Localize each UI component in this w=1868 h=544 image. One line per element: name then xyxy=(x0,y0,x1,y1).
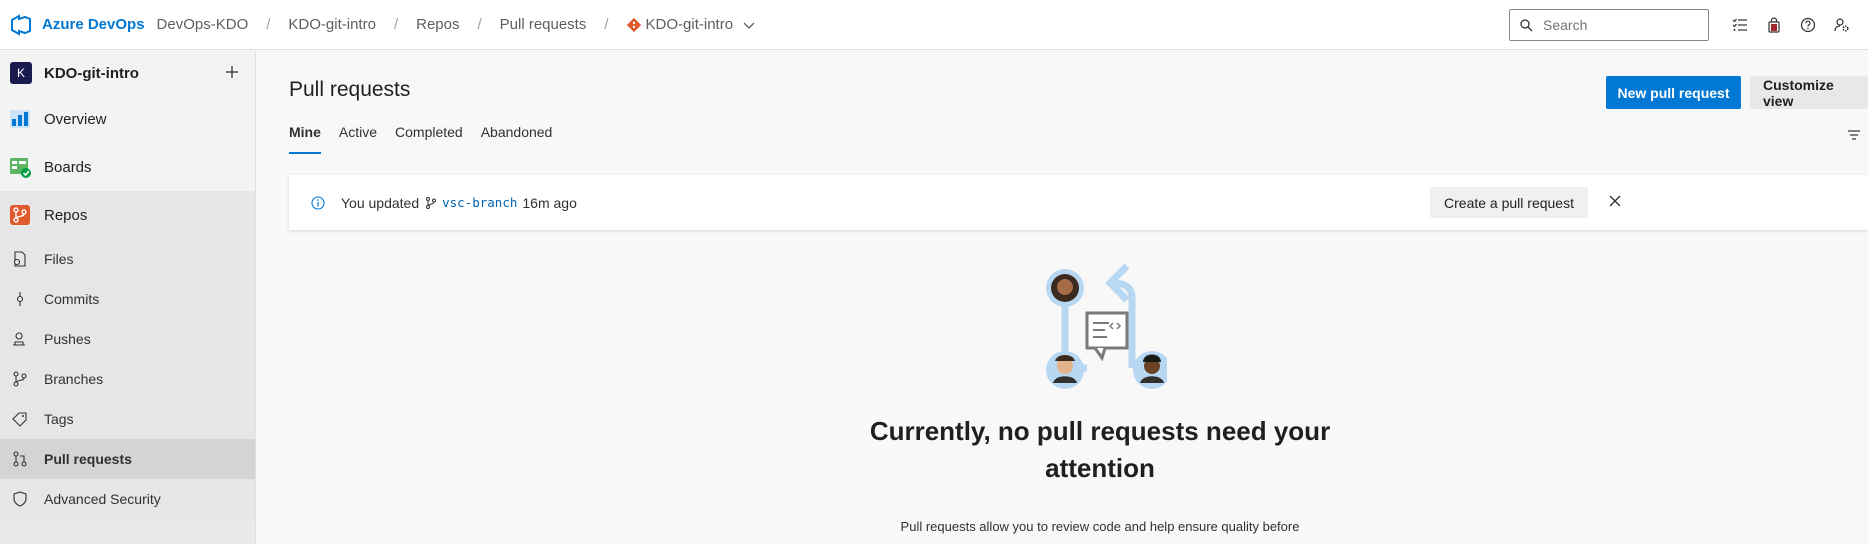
sidebar-item-boards[interactable]: Boards xyxy=(0,143,255,191)
sidebar-item-label: Pushes xyxy=(44,331,91,347)
user-settings-icon xyxy=(1834,18,1849,32)
sidebar-item-tags[interactable]: Tags xyxy=(0,399,255,439)
branch-icon xyxy=(13,371,27,387)
azure-devops-logo-icon[interactable] xyxy=(10,13,32,36)
sidebar-item-branches[interactable]: Branches xyxy=(0,359,255,399)
task-list-button[interactable] xyxy=(1728,13,1752,37)
empty-state-title: Currently, no pull requests need your at… xyxy=(869,416,1331,483)
sidebar-item-pushes[interactable]: Pushes xyxy=(0,319,255,359)
sidebar-item-label: Overview xyxy=(44,110,107,128)
filter-icon[interactable] xyxy=(1846,127,1862,143)
sidebar-item-label: Commits xyxy=(44,291,100,307)
sidebar-item-label: Tags xyxy=(44,411,74,427)
top-navigation-bar: Azure DevOps DevOps-KDO / KDO-git-intro … xyxy=(0,0,1868,50)
chevron-down-icon xyxy=(743,22,755,29)
git-repo-icon xyxy=(626,17,641,32)
sidebar-item-label: Repos xyxy=(44,206,88,224)
tag-icon xyxy=(12,412,27,427)
breadcrumb-pull-requests[interactable]: Pull requests xyxy=(500,16,587,33)
left-navigation-sidebar: K KDO-git-intro Overview Boards Repos Fi… xyxy=(0,51,256,544)
breadcrumb-project[interactable]: KDO-git-intro xyxy=(288,16,376,33)
breadcrumb-separator: / xyxy=(393,16,399,33)
tab-abandoned[interactable]: Abandoned xyxy=(481,124,553,154)
create-pull-request-button[interactable]: Create a pull request xyxy=(1430,187,1588,218)
shopping-bag-icon xyxy=(1768,17,1780,33)
breadcrumb-separator: / xyxy=(477,16,482,33)
sidebar-item-label: Pull requests xyxy=(44,451,132,467)
breadcrumb-separator: / xyxy=(604,16,609,33)
repos-icon xyxy=(10,205,30,225)
file-icon xyxy=(13,251,26,267)
sidebar-item-label: Boards xyxy=(44,158,92,176)
help-button[interactable] xyxy=(1796,13,1820,37)
sidebar-item-repos[interactable]: Repos xyxy=(0,191,255,239)
pull-request-icon xyxy=(13,451,27,467)
project-avatar: K xyxy=(10,62,32,84)
brand-link[interactable]: Azure DevOps xyxy=(42,16,145,33)
user-settings-button[interactable] xyxy=(1830,13,1854,37)
shield-icon xyxy=(13,491,27,507)
tab-active[interactable]: Active xyxy=(339,124,377,154)
close-icon[interactable] xyxy=(1608,194,1622,208)
marketplace-button[interactable] xyxy=(1762,13,1786,37)
push-icon xyxy=(13,332,25,346)
repo-selector[interactable]: KDO-git-intro xyxy=(626,16,756,33)
top-icon-group xyxy=(1728,13,1864,37)
tab-mine[interactable]: Mine xyxy=(289,124,321,154)
recent-push-banner: You updated vsc-branch 16m ago Create a … xyxy=(289,175,1868,230)
main-content: Pull requests New pull request Customize… xyxy=(257,51,1868,544)
commit-icon xyxy=(16,292,24,306)
project-name: KDO-git-intro xyxy=(44,64,139,82)
help-icon xyxy=(1800,17,1816,33)
sidebar-item-files[interactable]: Files xyxy=(0,239,255,279)
search-input[interactable] xyxy=(1543,17,1693,33)
branch-link[interactable]: vsc-branch xyxy=(442,195,517,210)
empty-state-illustration xyxy=(1046,263,1167,389)
branch-icon xyxy=(426,196,437,209)
new-pull-request-button[interactable]: New pull request xyxy=(1606,76,1741,109)
sidebar-item-commits[interactable]: Commits xyxy=(0,279,255,319)
sidebar-item-label: Files xyxy=(44,251,74,267)
search-icon xyxy=(1520,18,1533,31)
sidebar-item-overview[interactable]: Overview xyxy=(0,95,255,143)
banner-time: 16m ago xyxy=(522,194,577,211)
page-title: Pull requests xyxy=(289,78,411,101)
pr-tabs: Mine Active Completed Abandoned xyxy=(289,124,570,154)
add-icon[interactable] xyxy=(224,64,240,80)
banner-prefix: You updated xyxy=(341,194,420,211)
customize-view-button[interactable]: Customize view xyxy=(1750,76,1868,109)
breadcrumb-organization[interactable]: DevOps-KDO xyxy=(157,16,249,33)
sidebar-item-pull-requests[interactable]: Pull requests xyxy=(0,439,255,479)
sidebar-item-label: Advanced Security xyxy=(44,491,161,507)
search-box[interactable] xyxy=(1509,9,1709,41)
sidebar-item-advanced-security[interactable]: Advanced Security xyxy=(0,479,255,519)
overview-icon xyxy=(10,110,30,128)
tab-completed[interactable]: Completed xyxy=(395,124,463,154)
breadcrumb-separator: / xyxy=(266,16,271,33)
info-icon xyxy=(311,195,325,210)
breadcrumb-repos[interactable]: Repos xyxy=(416,16,459,33)
sidebar-item-label: Branches xyxy=(44,371,104,387)
project-header[interactable]: K KDO-git-intro xyxy=(0,51,255,95)
boards-icon xyxy=(10,158,31,178)
empty-state-description: Pull requests allow you to review code a… xyxy=(900,519,1300,534)
repo-selector-label: KDO-git-intro xyxy=(645,16,734,33)
task-list-icon xyxy=(1732,18,1747,31)
